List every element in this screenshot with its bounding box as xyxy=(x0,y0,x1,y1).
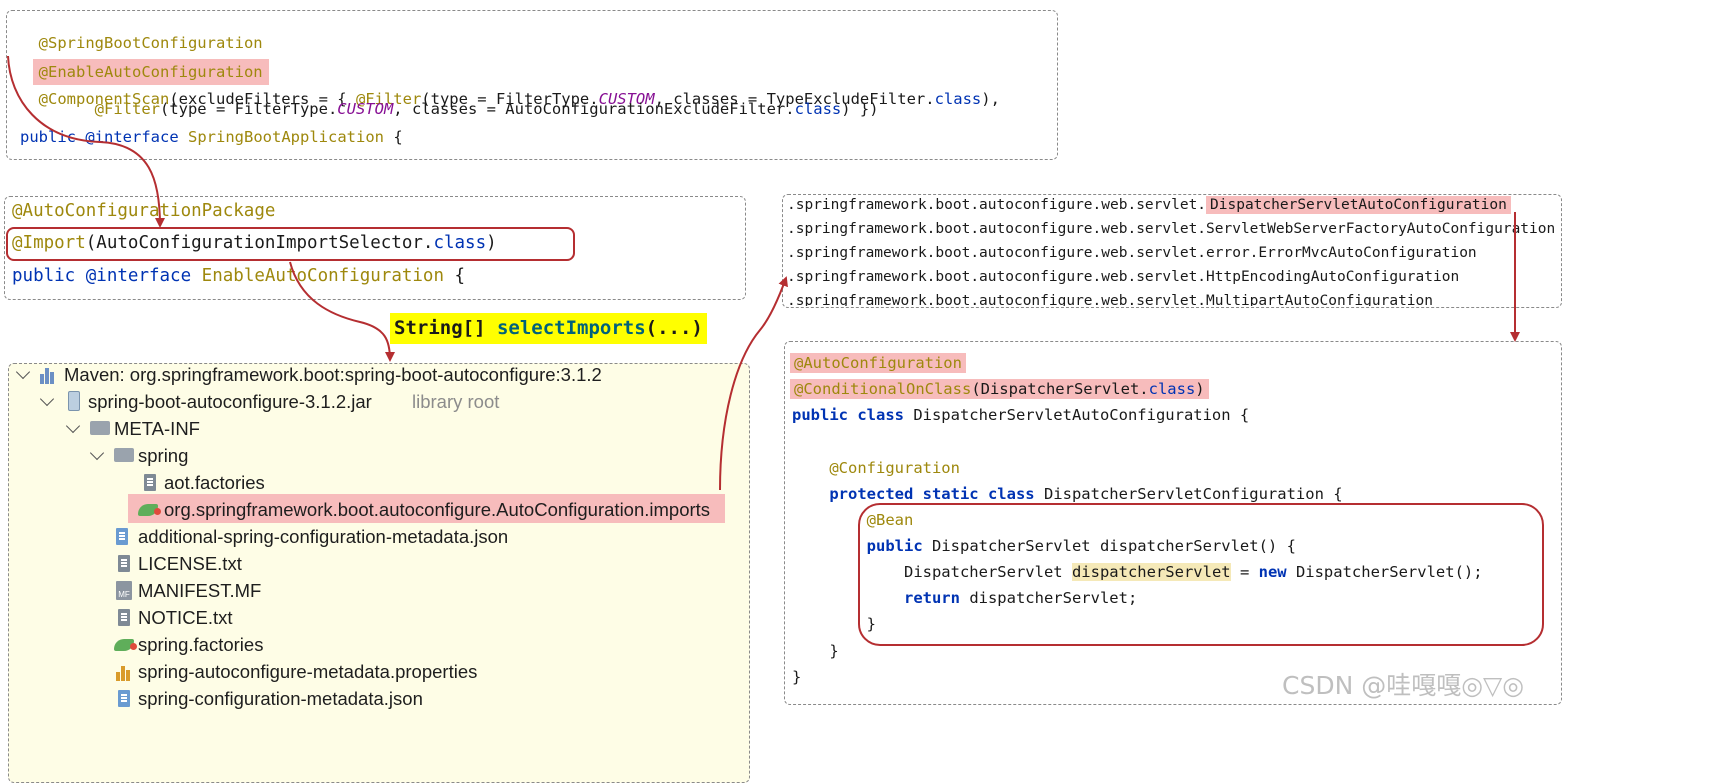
box4-line-12: } xyxy=(792,642,839,660)
box2-line-1: @AutoConfigurationPackage xyxy=(12,201,276,221)
imports-line-2: .springframework.boot.autoconfigure.web.… xyxy=(787,221,1556,237)
box1-line-5: public @interface SpringBootApplication … xyxy=(20,128,403,146)
properties-icon xyxy=(116,663,134,681)
manifest-icon: MF xyxy=(116,581,132,600)
jar-icon xyxy=(68,391,80,411)
text-file-icon xyxy=(118,609,130,626)
box4-line-1: @AutoConfiguration xyxy=(790,353,966,373)
imports-line-5: .springframework.boot.autoconfigure.web.… xyxy=(787,293,1434,306)
imports-list: .springframework.boot.autoconfigure.web.… xyxy=(787,196,1559,306)
box2-line-3: public @interface EnableAutoConfiguratio… xyxy=(12,266,466,286)
library-icon xyxy=(40,366,58,384)
select-imports-label: String[] selectImports(...) xyxy=(390,313,707,344)
text-file-icon xyxy=(118,555,130,572)
box4-line-5: @Configuration xyxy=(829,459,960,477)
imports-line-1: .springframework.boot.autoconfigure.web.… xyxy=(787,196,1511,214)
box4-line-2: @ConditionalOnClass(DispatcherServlet.cl… xyxy=(790,379,1209,399)
csdn-watermark: CSDN @哇嘎嘎◎▽◎ xyxy=(1282,671,1525,700)
folder-icon xyxy=(90,421,110,435)
import-highlight-box xyxy=(6,227,575,261)
box4-line-3: public class DispatcherServletAutoConfig… xyxy=(792,406,1250,424)
bean-method-highlight-box xyxy=(858,503,1544,646)
file-icon xyxy=(144,474,156,491)
json-icon xyxy=(118,690,130,707)
spring-leaf-icon xyxy=(114,639,137,651)
box4-line-13: } xyxy=(792,668,802,686)
imports-line-3: .springframework.boot.autoconfigure.web.… xyxy=(787,245,1477,261)
box1-line-4: @Filter(type = FilterType.CUSTOM, classe… xyxy=(94,100,879,118)
imports-line-4: .springframework.boot.autoconfigure.web.… xyxy=(787,269,1460,285)
box4-line-6: protected static class DispatcherServlet… xyxy=(829,485,1343,503)
json-icon xyxy=(116,528,128,545)
spring-leaf-icon xyxy=(138,504,161,516)
folder-icon xyxy=(114,448,134,462)
